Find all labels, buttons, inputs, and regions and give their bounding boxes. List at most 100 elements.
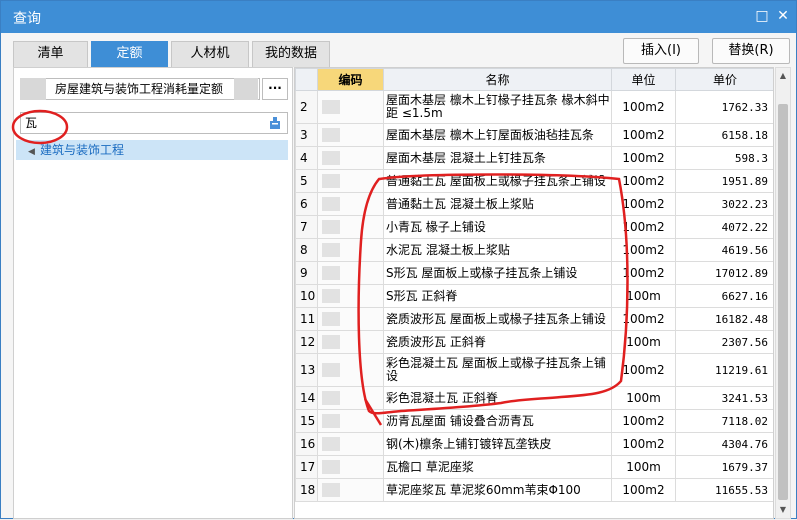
scroll-thumb[interactable] — [778, 104, 788, 500]
row-price[interactable]: 11219.61 — [675, 353, 773, 387]
row-code[interactable] — [317, 261, 384, 285]
row-price[interactable]: 4072.22 — [675, 215, 773, 239]
search-clear-icon[interactable] — [268, 116, 282, 130]
row-name[interactable]: 普通黏土瓦 混凝土板上浆贴 — [383, 192, 612, 216]
row-price[interactable]: 1951.89 — [675, 169, 773, 193]
row-price[interactable]: 2307.56 — [675, 330, 773, 354]
row-code[interactable] — [317, 386, 384, 410]
row-name[interactable]: S形瓦 屋面板上或椽子挂瓦条上铺设 — [383, 261, 612, 285]
tab-bill[interactable]: 清单 — [13, 41, 88, 67]
table-row[interactable]: 12 瓷质波形瓦 正斜脊 100m 2307.56 — [295, 330, 773, 354]
scroll-down-icon[interactable]: ▼ — [776, 502, 790, 518]
tree-item-construction[interactable]: ◀ 建筑与装饰工程 — [16, 140, 288, 160]
table-row[interactable]: 7 小青瓦 椽子上铺设 100m2 4072.22 — [295, 215, 773, 239]
vertical-scrollbar[interactable]: ▲ ▼ — [775, 67, 791, 519]
row-code[interactable] — [317, 353, 384, 387]
table-row[interactable]: 5 普通黏土瓦 屋面板上或椽子挂瓦条上铺设 100m2 1951.89 — [295, 169, 773, 193]
row-unit[interactable]: 100m2 — [611, 353, 676, 387]
row-name[interactable]: 屋面木基层 混凝土上钉挂瓦条 — [383, 146, 612, 170]
row-name[interactable]: 普通黏土瓦 屋面板上或椽子挂瓦条上铺设 — [383, 169, 612, 193]
table-row[interactable]: 14 彩色混凝土瓦 正斜脊 100m 3241.53 — [295, 386, 773, 410]
row-name[interactable]: 沥青瓦屋面 铺设叠合沥青瓦 — [383, 409, 612, 433]
row-unit[interactable]: 100m — [611, 386, 676, 410]
row-name[interactable]: 彩色混凝土瓦 屋面板上或椽子挂瓦条上铺设 — [383, 353, 612, 387]
row-price[interactable]: 16182.48 — [675, 307, 773, 331]
row-code[interactable] — [317, 192, 384, 216]
tab-labor-material[interactable]: 人材机 — [171, 41, 249, 67]
row-price[interactable]: 3022.23 — [675, 192, 773, 216]
table-row[interactable]: 10 S形瓦 正斜脊 100m 6627.16 — [295, 284, 773, 308]
row-unit[interactable]: 100m2 — [611, 169, 676, 193]
library-more-button[interactable]: ··· — [262, 78, 288, 100]
row-name[interactable]: 草泥座浆瓦 草泥浆60mm苇束Φ100 — [383, 478, 612, 502]
col-code[interactable]: 编码 — [317, 68, 384, 91]
row-unit[interactable]: 100m2 — [611, 215, 676, 239]
row-price[interactable]: 11655.53 — [675, 478, 773, 502]
row-code[interactable] — [317, 284, 384, 308]
row-price[interactable]: 6627.16 — [675, 284, 773, 308]
table-row[interactable]: 13 彩色混凝土瓦 屋面板上或椽子挂瓦条上铺设 100m2 11219.61 — [295, 353, 773, 387]
tab-quota[interactable]: 定额 — [91, 41, 168, 67]
table-row[interactable]: 18 草泥座浆瓦 草泥浆60mm苇束Φ100 100m2 11655.53 — [295, 478, 773, 502]
table-row[interactable]: 2 屋面木基层 檩木上钉椽子挂瓦条 椽木斜中距 ≤1.5m 100m2 1762.33 — [295, 90, 773, 124]
row-code[interactable] — [317, 169, 384, 193]
table-row[interactable]: 3 屋面木基层 檩木上钉屋面板油毡挂瓦条 100m2 6158.18 — [295, 123, 773, 147]
row-unit[interactable]: 100m — [611, 455, 676, 479]
table-row[interactable]: 16 钢(木)檩条上铺钉镀锌瓦垄铁皮 100m2 4304.76 — [295, 432, 773, 456]
col-price[interactable]: 单价 — [675, 68, 773, 91]
row-unit[interactable]: 100m2 — [611, 238, 676, 262]
row-unit[interactable]: 100m — [611, 284, 676, 308]
title-bar[interactable]: 查询 □ ✕ — [1, 1, 796, 33]
row-name[interactable]: 钢(木)檩条上铺钉镀锌瓦垄铁皮 — [383, 432, 612, 456]
row-unit[interactable]: 100m2 — [611, 432, 676, 456]
row-name[interactable]: S形瓦 正斜脊 — [383, 284, 612, 308]
row-code[interactable] — [317, 478, 384, 502]
col-unit[interactable]: 单位 — [611, 68, 676, 91]
row-code[interactable] — [317, 307, 384, 331]
row-code[interactable] — [317, 146, 384, 170]
row-price[interactable]: 1762.33 — [675, 90, 773, 124]
row-unit[interactable]: 100m2 — [611, 478, 676, 502]
row-code[interactable] — [317, 409, 384, 433]
row-code[interactable] — [317, 432, 384, 456]
insert-button[interactable]: 插入(I) — [623, 38, 699, 64]
row-price[interactable]: 17012.89 — [675, 261, 773, 285]
row-code[interactable] — [317, 238, 384, 262]
row-unit[interactable]: 100m2 — [611, 146, 676, 170]
row-unit[interactable]: 100m2 — [611, 307, 676, 331]
table-row[interactable]: 9 S形瓦 屋面板上或椽子挂瓦条上铺设 100m2 17012.89 — [295, 261, 773, 285]
row-price[interactable]: 4304.76 — [675, 432, 773, 456]
table-row[interactable]: 11 瓷质波形瓦 屋面板上或椽子挂瓦条上铺设 100m2 16182.48 — [295, 307, 773, 331]
row-code[interactable] — [317, 123, 384, 147]
row-price[interactable]: 4619.56 — [675, 238, 773, 262]
row-unit[interactable]: 100m2 — [611, 192, 676, 216]
table-row[interactable]: 15 沥青瓦屋面 铺设叠合沥青瓦 100m2 7118.02 — [295, 409, 773, 433]
table-row[interactable]: 8 水泥瓦 混凝土板上浆贴 100m2 4619.56 — [295, 238, 773, 262]
col-name[interactable]: 名称 — [383, 68, 612, 91]
search-input[interactable]: 瓦 — [20, 112, 288, 134]
library-select[interactable]: 房屋建筑与装饰工程消耗量定额 — [20, 78, 260, 100]
tab-my-data[interactable]: 我的数据 — [252, 41, 330, 67]
expand-arrow-icon[interactable]: ◀ — [28, 142, 40, 162]
row-unit[interactable]: 100m2 — [611, 123, 676, 147]
row-unit[interactable]: 100m2 — [611, 261, 676, 285]
row-price[interactable]: 1679.37 — [675, 455, 773, 479]
row-name[interactable]: 小青瓦 椽子上铺设 — [383, 215, 612, 239]
row-price[interactable]: 6158.18 — [675, 123, 773, 147]
table-row[interactable]: 6 普通黏土瓦 混凝土板上浆贴 100m2 3022.23 — [295, 192, 773, 216]
row-name[interactable]: 彩色混凝土瓦 正斜脊 — [383, 386, 612, 410]
row-unit[interactable]: 100m2 — [611, 90, 676, 124]
row-code[interactable] — [317, 215, 384, 239]
row-name[interactable]: 瓷质波形瓦 正斜脊 — [383, 330, 612, 354]
row-name[interactable]: 瓦檐口 草泥座浆 — [383, 455, 612, 479]
table-row[interactable]: 17 瓦檐口 草泥座浆 100m 1679.37 — [295, 455, 773, 479]
row-name[interactable]: 瓷质波形瓦 屋面板上或椽子挂瓦条上铺设 — [383, 307, 612, 331]
row-unit[interactable]: 100m — [611, 330, 676, 354]
row-price[interactable]: 598.3 — [675, 146, 773, 170]
row-code[interactable] — [317, 330, 384, 354]
row-name[interactable]: 水泥瓦 混凝土板上浆贴 — [383, 238, 612, 262]
row-name[interactable]: 屋面木基层 檩木上钉椽子挂瓦条 椽木斜中距 ≤1.5m — [383, 90, 612, 124]
replace-button[interactable]: 替换(R) — [712, 38, 790, 64]
scroll-up-icon[interactable]: ▲ — [776, 68, 790, 84]
maximize-button[interactable]: □ — [753, 7, 771, 25]
